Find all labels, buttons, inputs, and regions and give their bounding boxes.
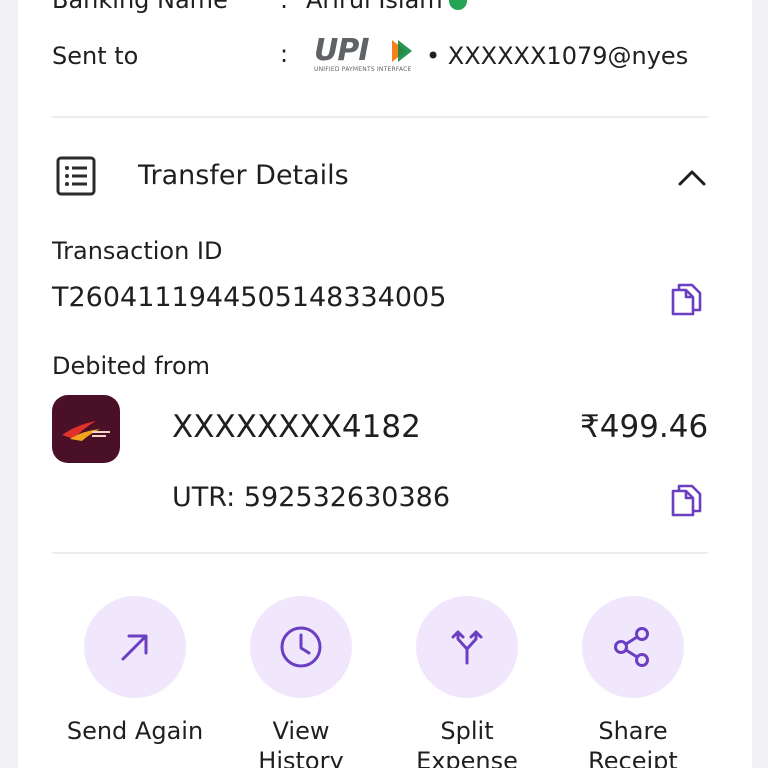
copy-utr-icon[interactable] — [670, 483, 702, 517]
copy-transaction-id-icon[interactable] — [670, 282, 702, 316]
split-expense-label: Split Expense — [416, 717, 518, 768]
banking-name-label: Banking Name — [52, 0, 228, 14]
upi-id: • XXXXXX1079@nyes — [426, 42, 689, 70]
verified-check-icon — [448, 0, 467, 10]
divider — [52, 552, 708, 554]
send-again-button[interactable]: Send Again — [65, 596, 205, 746]
transaction-id-label: Transaction ID — [52, 237, 223, 265]
banking-name-colon: : — [280, 0, 289, 14]
send-again-label: Send Again — [66, 717, 204, 745]
sent-to-colon: : — [280, 40, 289, 68]
upi-logo: UPI UNIFIED PAYMENTS INTERFACE — [314, 33, 412, 76]
share-receipt-button[interactable]: Share Receipt — [563, 596, 703, 768]
upi-logo-text: UPI — [314, 33, 370, 68]
upi-arrow-green-icon — [398, 40, 412, 62]
debited-from-label: Debited from — [52, 352, 211, 380]
view-history-circle[interactable] — [250, 596, 352, 698]
transfer-details-title: Transfer Details — [138, 160, 349, 191]
arrow-up-right-icon — [121, 634, 148, 661]
share-icon — [614, 627, 649, 667]
clock-icon — [280, 626, 322, 668]
split-icon — [451, 630, 483, 665]
view-history-button[interactable]: View History — [231, 596, 371, 768]
divider — [52, 116, 708, 118]
share-receipt-circle[interactable] — [582, 596, 684, 698]
sent-to-label: Sent to — [52, 42, 139, 70]
chevron-up-icon[interactable] — [674, 162, 710, 192]
bank-logo — [52, 395, 120, 463]
split-expense-button[interactable]: Split Expense — [397, 596, 537, 768]
transaction-detail-card: Banking Name : Arirul Islam Sent to : UP… — [18, 0, 752, 768]
upi-logo-subtitle: UNIFIED PAYMENTS INTERFACE — [314, 66, 412, 73]
transaction-id-value: T2604111944505148334005 — [52, 282, 447, 313]
banking-name-value: Arirul Islam — [306, 0, 443, 14]
send-again-circle[interactable] — [84, 596, 186, 698]
view-history-label: View History — [258, 717, 344, 768]
utr-number: UTR: 592532630386 — [172, 482, 451, 513]
split-expense-circle[interactable] — [416, 596, 518, 698]
banking-name-value-wrap: Arirul Islam — [306, 0, 467, 14]
debit-amount: ₹499.46 — [580, 409, 709, 445]
list-details-icon — [56, 156, 98, 198]
share-receipt-label: Share Receipt — [588, 717, 678, 768]
debit-account-number: XXXXXXXX4182 — [172, 409, 421, 445]
